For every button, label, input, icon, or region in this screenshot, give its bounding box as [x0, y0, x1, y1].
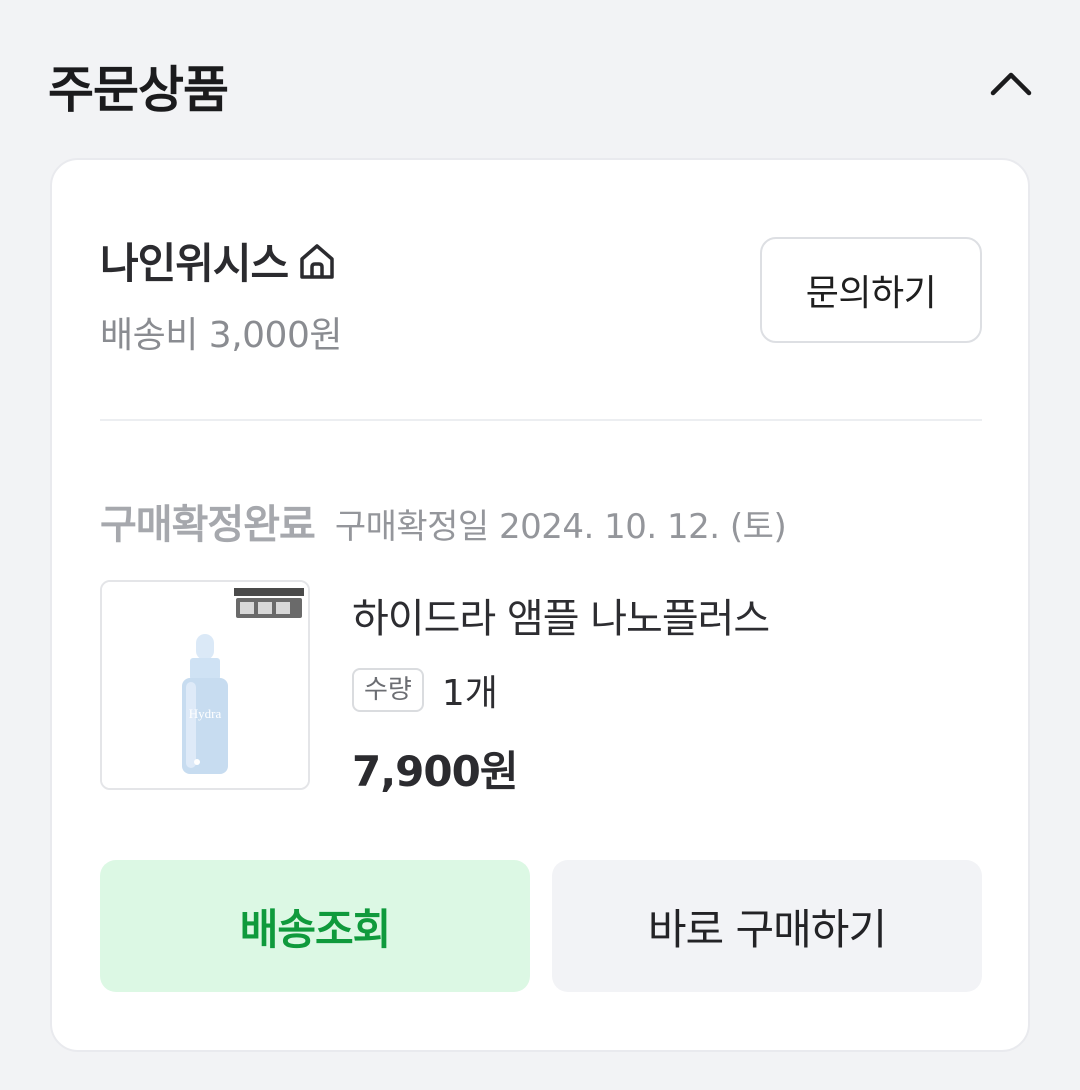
- collapse-toggle[interactable]: [984, 56, 1038, 110]
- product-image: Hydra: [102, 582, 308, 788]
- order-card: 나인위시스 배송비 3,000원 문의하기 구매확정완료 구매확정일 2024.…: [50, 158, 1030, 1052]
- seller-row: 나인위시스 배송비 3,000원 문의하기: [100, 230, 982, 356]
- track-delivery-button[interactable]: 배송조회: [100, 860, 530, 992]
- product-name[interactable]: 하이드라 앰플 나노플러스: [352, 586, 972, 644]
- product-label-text: Hydra: [189, 706, 222, 721]
- product-thumbnail[interactable]: Hydra: [100, 580, 310, 790]
- quantity-row: 수량 1개: [352, 664, 972, 716]
- buy-again-button[interactable]: 바로 구매하기: [552, 860, 982, 992]
- section-title: 주문상품: [48, 61, 229, 119]
- quantity-value: 1개: [441, 673, 498, 714]
- product-price: 7,900원: [352, 747, 519, 796]
- inquiry-button[interactable]: 문의하기: [760, 237, 982, 343]
- home-icon: [300, 243, 334, 279]
- order-status-label: 구매확정완료: [100, 502, 316, 548]
- purchase-confirm-date: 구매확정일 2024. 10. 12. (토): [334, 507, 787, 547]
- chevron-up-icon: [990, 72, 1032, 96]
- seller-link[interactable]: 나인위시스: [100, 230, 338, 291]
- product-info: 하이드라 앰플 나노플러스 수량 1개 7,900원: [352, 586, 972, 799]
- divider: [100, 419, 982, 421]
- order-status-row: 구매확정완료 구매확정일 2024. 10. 12. (토): [100, 492, 982, 548]
- quantity-badge: 수량: [352, 667, 424, 713]
- order-items-header: 주문상품: [48, 44, 1038, 120]
- shipping-fee: 배송비 3,000원: [100, 315, 342, 356]
- seller-name: 나인위시스: [100, 239, 289, 288]
